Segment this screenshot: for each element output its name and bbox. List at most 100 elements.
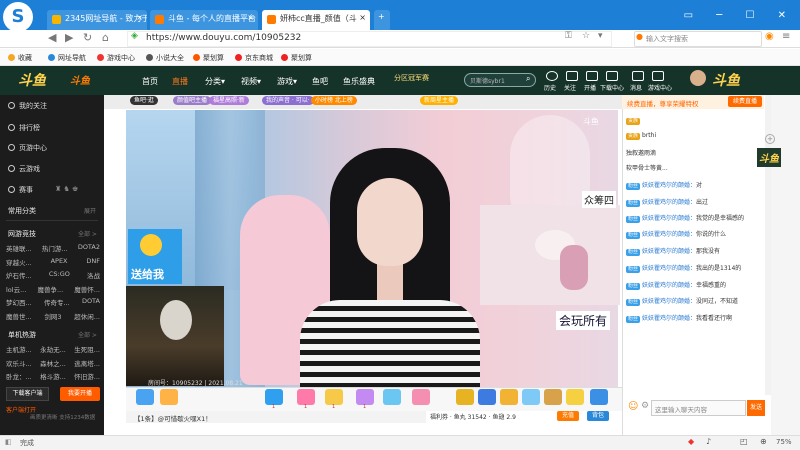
- nav-home[interactable]: 首页: [142, 76, 158, 87]
- zoom-level[interactable]: 75%: [776, 438, 792, 446]
- start-broadcast-button[interactable]: 我要开播: [60, 387, 100, 401]
- room-chip[interactable]: 鱼吧·逛: [130, 96, 158, 105]
- sidebar-item-webgame[interactable]: 页游中心: [8, 143, 47, 153]
- tab-close-icon[interactable]: ×: [136, 13, 143, 22]
- nav-yuba[interactable]: 鱼吧: [312, 76, 328, 87]
- sidebar-item-esports[interactable]: 赛事: [8, 185, 33, 195]
- room-chip[interactable]: 新周星主播: [420, 96, 459, 105]
- chat-username[interactable]: 妖妖瞿鸡尔的颠婚：: [642, 231, 696, 238]
- search-icon[interactable]: ⌕: [526, 74, 530, 84]
- bookmark-item[interactable]: 网址导航: [48, 53, 86, 63]
- home-icon[interactable]: ⌂: [102, 31, 109, 44]
- broadcast-icon[interactable]: [586, 71, 598, 81]
- chat-badge[interactable]: 贵族: [626, 118, 641, 125]
- settings-icon[interactable]: ⚙: [641, 401, 649, 411]
- send-button[interactable]: 发送: [747, 400, 765, 416]
- bookmark-item[interactable]: 京东商城: [235, 53, 273, 63]
- category-link[interactable]: 永劫无...: [40, 344, 66, 354]
- chat-username[interactable]: 妖妖瞿鸡尔的颠婚：: [642, 182, 696, 189]
- room-chip[interactable]: 颜值吧主播: [173, 96, 212, 105]
- chat-badge[interactable]: 粉丝: [626, 299, 641, 306]
- category-link[interactable]: 穿越火...: [6, 257, 32, 267]
- category-link[interactable]: CS:GO: [49, 270, 70, 280]
- gift-item-icon[interactable]: [500, 389, 518, 405]
- chat-badge[interactable]: 贵族: [626, 133, 641, 140]
- festival-banner-art[interactable]: 斗鱼: [712, 70, 740, 90]
- zoom-icon[interactable]: ⊕: [760, 437, 767, 446]
- security-icon[interactable]: ◆: [688, 437, 694, 446]
- search-engine-icon[interactable]: ●: [636, 32, 643, 41]
- bookmark-item[interactable]: 聚划算: [193, 53, 224, 63]
- chat-username[interactable]: 妖妖瞿鸡尔的颠婚：: [642, 298, 696, 305]
- gift-item-icon[interactable]: [356, 389, 374, 405]
- promo-banner[interactable]: 分区冠军赛: [394, 73, 429, 83]
- brand-banner-art[interactable]: 斗鱼: [18, 70, 46, 90]
- gift-item-icon[interactable]: [412, 389, 430, 405]
- chat-badge[interactable]: 粉丝: [626, 316, 641, 323]
- room-chip[interactable]: 福星高照·新: [209, 96, 249, 105]
- room-chip[interactable]: 小时榜 北上榜: [311, 96, 357, 105]
- category-link[interactable]: 炉石传...: [6, 270, 32, 280]
- download-client-button[interactable]: 下载客户端: [6, 387, 49, 401]
- category-link[interactable]: 欢乐斗...: [6, 358, 32, 368]
- category-link[interactable]: 逃离塔...: [74, 358, 100, 368]
- nav-video[interactable]: 视频▾: [241, 76, 261, 87]
- recharge-button[interactable]: 充值: [557, 411, 579, 421]
- room-chip[interactable]: 我的声音 · 可以·: [262, 96, 314, 105]
- gift-item-icon[interactable]: [160, 389, 178, 405]
- esports-team-icons[interactable]: ♜ ♞ ♚: [55, 185, 78, 193]
- forward-icon[interactable]: ▶: [65, 31, 73, 44]
- chat-username[interactable]: 妖妖瞿鸡尔的颠婚：: [642, 248, 696, 255]
- tab-close-icon[interactable]: ×: [359, 13, 366, 22]
- chat-badge[interactable]: 粉丝: [626, 183, 641, 190]
- gift-item-icon[interactable]: [566, 389, 584, 405]
- bookmark-star-icon[interactable]: ☆: [582, 31, 590, 41]
- emoji-icon[interactable]: ☺: [628, 401, 638, 412]
- category-link[interactable]: 传奇专...: [44, 297, 70, 307]
- festival-badge-art[interactable]: 斗鱼: [757, 148, 781, 167]
- gift-item-icon[interactable]: [383, 389, 401, 405]
- category-link[interactable]: 超休闲...: [74, 311, 100, 321]
- add-icon[interactable]: +: [765, 134, 775, 144]
- tab-close-icon[interactable]: ×: [247, 13, 254, 22]
- game-center-icon[interactable]: [652, 71, 664, 81]
- gift-item-icon[interactable]: [136, 389, 154, 405]
- refresh-icon[interactable]: ↻: [83, 31, 92, 44]
- chat-badge[interactable]: 粉丝: [626, 249, 641, 256]
- window-controls[interactable]: ▭ ─ ☐ ✕: [684, 10, 796, 21]
- gift-item-icon[interactable]: [297, 389, 315, 405]
- category-link[interactable]: DNF: [86, 257, 100, 267]
- dropdown-icon[interactable]: ▾: [598, 31, 603, 41]
- chat-username[interactable]: 妖妖瞿鸡尔的颠婚：: [642, 282, 696, 289]
- nav-festival[interactable]: 鱼乐盛典: [343, 76, 375, 87]
- gift-item-icon[interactable]: [478, 389, 496, 405]
- category-link[interactable]: DOTA2: [78, 243, 100, 253]
- category-link[interactable]: APEX: [51, 257, 68, 267]
- back-icon[interactable]: ◀: [48, 31, 56, 44]
- sidebar-item-ranking[interactable]: 排行榜: [8, 123, 40, 133]
- category-link[interactable]: 魔兽怀...: [74, 284, 100, 294]
- nav-live[interactable]: 直播: [172, 76, 188, 87]
- category-link[interactable]: 热门游...: [42, 243, 68, 253]
- notice-ticker-text[interactable]: 【1条】@可惜歇火嘿X1！: [134, 413, 212, 423]
- tab-2345[interactable]: 2345网址导航 - 致力于 ×: [47, 10, 147, 30]
- sidebar-item-cloudgame[interactable]: 云游戏: [8, 164, 40, 174]
- chat-username[interactable]: 妖妖瞿鸡尔的颠婚：: [642, 215, 696, 222]
- bookmark-item[interactable]: 聚划算: [281, 53, 312, 63]
- chat-username[interactable]: 妖妖瞿鸡尔的颠婚：: [642, 199, 696, 206]
- chat-badge[interactable]: 粉丝: [626, 200, 641, 207]
- category-link[interactable]: 洛战: [87, 270, 100, 280]
- bookmark-item[interactable]: 小说大全: [146, 53, 184, 63]
- category-link[interactable]: 梦幻西...: [6, 297, 32, 307]
- sidebar-item-following[interactable]: 我的关注: [8, 101, 47, 111]
- chat-badge[interactable]: 粉丝: [626, 266, 641, 273]
- bookmark-item[interactable]: 收藏: [8, 53, 32, 63]
- category-link[interactable]: DOTA: [82, 297, 100, 307]
- new-tab-button[interactable]: +: [374, 10, 390, 30]
- category-link[interactable]: 剑网3: [44, 311, 61, 321]
- gift-item-icon[interactable]: [544, 389, 562, 405]
- url-text[interactable]: https://www.douyu.com/10905232: [146, 33, 301, 43]
- category-link[interactable]: 格斗游...: [40, 371, 66, 381]
- screenshot-icon[interactable]: ◰: [740, 437, 748, 446]
- chat-badge[interactable]: 粉丝: [626, 283, 641, 290]
